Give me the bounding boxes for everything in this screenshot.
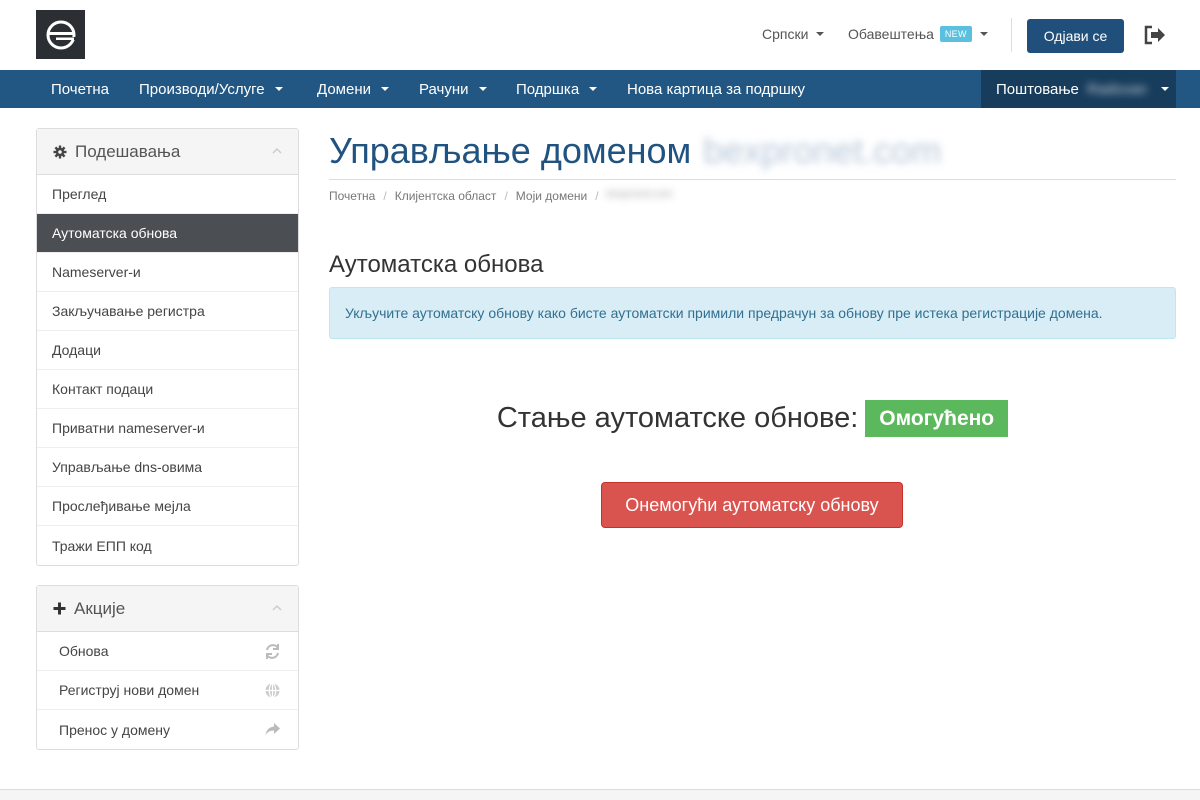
panel-title: Акције: [74, 598, 126, 618]
main-navbar: Почетна Производи/Услуге Домени Рачуни П…: [0, 70, 1200, 108]
breadcrumb-separator: /: [383, 189, 387, 203]
status-badge: Омогућено: [865, 400, 1009, 437]
nav-item-label: Производи/Услуге: [139, 80, 265, 98]
sidebar-item-epp-code[interactable]: Тражи ЕПП код: [37, 526, 298, 565]
disable-auto-renew-button[interactable]: Онемогући аутоматску обнову: [601, 482, 903, 528]
sidebar-item-overview[interactable]: Преглед: [37, 175, 298, 214]
plus-icon: [53, 602, 66, 615]
nav-item-label: Домени: [317, 80, 371, 98]
nav-item-support[interactable]: Подршка: [516, 70, 598, 108]
domain-name: bexpronet.com: [703, 130, 942, 171]
panel-title: Подешавања: [75, 141, 181, 161]
breadcrumb: Почетна / Клијентска област / Моји домен…: [329, 189, 673, 203]
chevron-up-icon[interactable]: [272, 146, 282, 156]
share-arrow-icon: [265, 723, 280, 736]
chevron-down-icon: [381, 87, 389, 91]
chevron-down-icon: [589, 87, 598, 91]
notifications-dropdown[interactable]: Обавештења NEW: [848, 26, 988, 42]
breadcrumb-separator: /: [504, 189, 508, 203]
sidebar-item-dns-management[interactable]: Управљање dns-овима: [37, 448, 298, 487]
nav-item-label: Нова картица за подршку: [627, 80, 805, 98]
settings-panel-header[interactable]: Подешавања: [37, 129, 298, 175]
action-item-register-domain[interactable]: Региструј нови домен: [37, 671, 298, 710]
action-label: Пренос у домену: [59, 721, 171, 738]
action-item-renew[interactable]: Обнова: [37, 632, 298, 671]
top-header: Српски Обавештења NEW Одјави се: [0, 0, 1200, 70]
logo-icon: [46, 20, 76, 49]
nav-item-label: Рачуни: [419, 80, 469, 98]
chevron-up-icon[interactable]: [272, 603, 282, 613]
action-item-transfer-domain[interactable]: Пренос у домену: [37, 710, 298, 749]
sidebar-item-auto-renew[interactable]: Аутоматска обнова: [37, 214, 298, 253]
section-title: Аутоматска обнова: [329, 251, 544, 278]
sidebar-item-email-forwarding[interactable]: Прослеђивање мејла: [37, 487, 298, 526]
nav-item-new-ticket[interactable]: Нова картица за подршку: [627, 70, 805, 108]
language-dropdown[interactable]: Српски: [762, 26, 825, 42]
footer: [0, 789, 1200, 800]
breadcrumb-current-domain: bexpronet.com: [606, 189, 673, 200]
nav-item-label: Почетна: [51, 80, 109, 98]
chevron-down-icon: [478, 87, 487, 91]
nav-item-billing[interactable]: Рачуни: [419, 70, 487, 108]
language-label: Српски: [762, 26, 809, 42]
gear-icon: [53, 145, 67, 158]
sidebar-item-nameservers[interactable]: Nameserver-и: [37, 253, 298, 292]
sidebar-item-registrar-lock[interactable]: Закључавање регистра: [37, 292, 298, 331]
logout-button[interactable]: Одјави се: [1027, 19, 1124, 53]
refresh-icon: [266, 644, 279, 659]
sidebar-item-private-nameservers[interactable]: Приватни nameserver-и: [37, 409, 298, 448]
nav-item-domains[interactable]: Домени: [317, 70, 389, 108]
action-label: Региструј нови домен: [59, 682, 200, 698]
chevron-down-icon: [1160, 87, 1169, 91]
username: Radovan: [1086, 80, 1147, 98]
breadcrumb-my-domains[interactable]: Моји домени: [516, 189, 587, 203]
breadcrumb-client-area[interactable]: Клијентска област: [395, 189, 497, 203]
status-label: Стање аутоматске обнове:: [496, 402, 859, 434]
user-menu[interactable]: Поштовање Radovan: [981, 70, 1176, 108]
actions-panel-header[interactable]: Акције: [37, 586, 298, 632]
settings-panel: Подешавања Преглед Аутоматска обнова Nam…: [36, 128, 299, 566]
header-divider: [1011, 18, 1012, 52]
alert-text: Укључите аутоматску обнову како бисте ау…: [345, 305, 1103, 321]
title-divider: [329, 179, 1176, 180]
info-alert: Укључите аутоматску обнову како бисте ау…: [329, 287, 1176, 339]
chevron-down-icon: [816, 32, 825, 36]
breadcrumb-home[interactable]: Почетна: [329, 189, 375, 203]
auto-renew-status: Стање аутоматске обнове: Омогућено: [329, 400, 1176, 437]
notifications-label: Обавештења: [848, 26, 934, 42]
page-title-text: Управљање доменом: [329, 130, 692, 171]
actions-panel: Акције Обнова Региструј нови домен Прено…: [36, 585, 299, 750]
action-label: Обнова: [59, 643, 109, 659]
user-greeting: Поштовање: [996, 80, 1079, 98]
page-title: Управљање доменом bexpronet.com: [329, 130, 941, 172]
new-badge: NEW: [939, 26, 972, 42]
chevron-down-icon: [979, 32, 988, 36]
exit-icon[interactable]: [1143, 24, 1167, 46]
chevron-down-icon: [274, 87, 283, 91]
sidebar-item-contact-info[interactable]: Контакт подаци: [37, 370, 298, 409]
nav-item-label: Подршка: [516, 80, 580, 98]
nav-item-home[interactable]: Почетна: [51, 70, 109, 108]
sidebar-item-addons[interactable]: Додаци: [37, 331, 298, 370]
globe-icon: [265, 682, 280, 699]
nav-item-products[interactable]: Производи/Услуге: [139, 70, 283, 108]
breadcrumb-separator: /: [595, 189, 599, 203]
company-logo[interactable]: [36, 10, 85, 59]
